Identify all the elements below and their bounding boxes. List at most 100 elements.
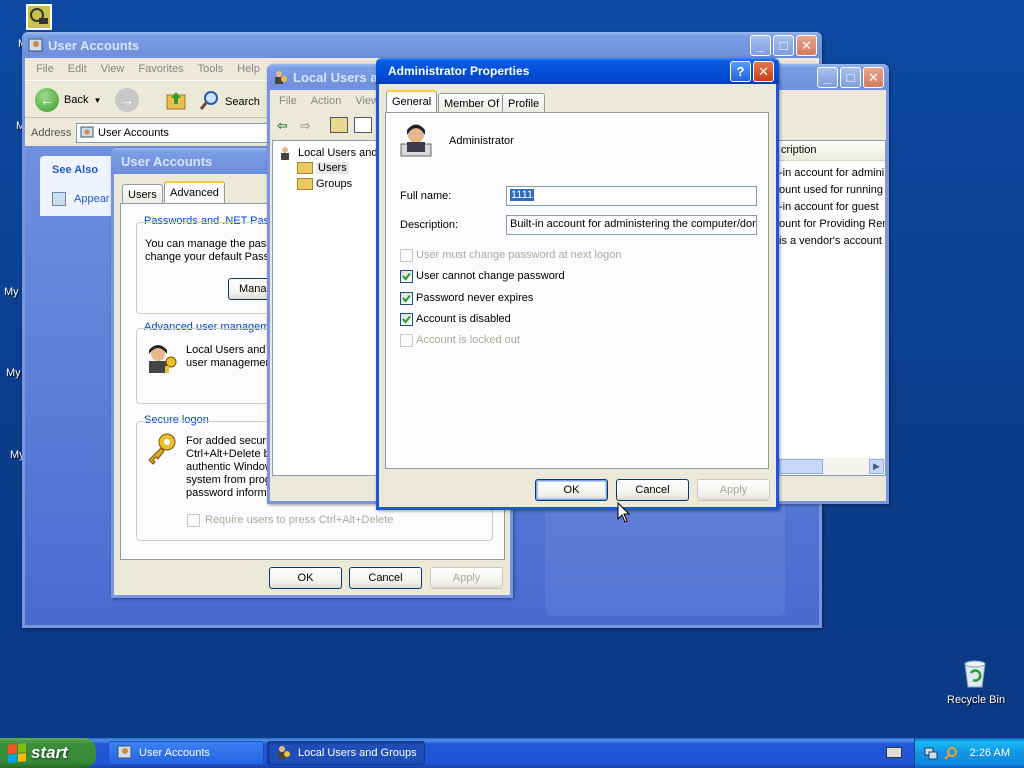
account-disabled-label: Account is disabled [416, 313, 511, 325]
must-change-password-checkbox[interactable] [400, 249, 413, 262]
ok-button[interactable]: OK [535, 479, 608, 501]
apply-button[interactable]: Apply [697, 479, 770, 501]
horizontal-scrollbar[interactable]: ▶ [779, 458, 885, 475]
title-bar[interactable]: User Accounts _ □ ✕ [22, 32, 822, 58]
user-accounts-icon [117, 744, 133, 763]
search-button[interactable]: Search [199, 89, 260, 114]
search-icon[interactable] [943, 746, 958, 760]
network-icon[interactable] [924, 746, 938, 760]
secure-logon-text: system from prog [186, 474, 271, 486]
cannot-change-password-checkbox[interactable] [400, 270, 413, 283]
minimize-button[interactable]: _ [817, 67, 838, 88]
user-icon [400, 124, 434, 158]
back-arrow-icon[interactable]: ⇦ [277, 118, 288, 134]
tab-profile[interactable]: Profile [502, 93, 546, 113]
keyboard-icon[interactable] [886, 747, 902, 758]
clock[interactable]: 2:26 AM [970, 747, 1010, 759]
forward-button[interactable]: → [115, 88, 139, 112]
desktop-label: My [6, 367, 21, 379]
full-name-field[interactable]: 1111 [506, 186, 757, 206]
require-cad-checkbox[interactable] [187, 514, 200, 527]
computer-users-icon [279, 146, 295, 160]
close-button[interactable]: ✕ [796, 35, 817, 56]
cancel-button[interactable]: Cancel [616, 479, 689, 501]
desktop-shortcut-icon[interactable] [26, 4, 52, 30]
require-cad-label: Require users to press Ctrl+Alt+Delete [205, 514, 394, 526]
window-title: Local Users a [293, 69, 378, 85]
password-never-expires-checkbox[interactable] [400, 292, 413, 305]
account-locked-out-label: Account is locked out [416, 334, 520, 346]
menu-help[interactable]: Help [230, 61, 267, 77]
password-never-expires-label: Password never expires [416, 292, 534, 304]
back-dropdown-icon[interactable]: ▼ [93, 96, 101, 105]
minimize-button[interactable]: _ [750, 35, 771, 56]
show-hide-tree-icon[interactable] [354, 117, 372, 133]
recycle-bin[interactable]: Recycle Bin [940, 656, 1010, 710]
menu-tools[interactable]: Tools [191, 61, 231, 77]
menu-file[interactable]: File [29, 61, 61, 77]
cancel-button[interactable]: Cancel [349, 567, 422, 589]
help-button[interactable]: ? [730, 61, 751, 82]
account-disabled-checkbox[interactable] [400, 313, 413, 326]
taskbar-item-local-users-groups[interactable]: Local Users and Groups [267, 741, 425, 765]
must-change-password-label: User must change password at next logon [416, 249, 622, 261]
see-also-heading: See Also [52, 164, 99, 176]
secure-logon-text: For added securit [186, 435, 272, 447]
tab-general[interactable]: General [386, 90, 438, 112]
ok-button[interactable]: OK [269, 567, 342, 589]
appearance-link[interactable]: Appear [74, 193, 109, 205]
scroll-thumb[interactable] [779, 459, 823, 474]
tab-member-of[interactable]: Member Of [438, 93, 506, 113]
taskbar-item-user-accounts[interactable]: User Accounts [108, 741, 264, 765]
menu-edit[interactable]: Edit [61, 61, 94, 77]
taskbar: start User Accounts Local Users and Grou… [0, 738, 1024, 768]
appearance-icon [52, 192, 66, 206]
close-button[interactable]: ✕ [863, 67, 884, 88]
recycle-bin-icon [961, 658, 989, 688]
table-row[interactable]: -in account for guest [779, 201, 879, 213]
up-level-icon[interactable] [330, 117, 348, 133]
dialog-title: Administrator Properties [388, 64, 530, 78]
table-row[interactable]: ount used for running [779, 184, 883, 196]
tree-item-groups[interactable]: Groups [297, 178, 352, 190]
scroll-right-arrow-icon[interactable]: ▶ [869, 459, 884, 474]
window-title: User Accounts [48, 37, 140, 53]
tree-root[interactable]: Local Users and G [279, 146, 389, 160]
cannot-change-password-label: User cannot change password [416, 270, 565, 282]
menu-file[interactable]: File [272, 93, 304, 109]
menu-action[interactable]: Action [304, 93, 349, 109]
description-field[interactable]: Built-in account for administering the c… [506, 215, 757, 235]
search-icon [199, 89, 221, 114]
tab-users[interactable]: Users [122, 184, 163, 204]
advanced-user-management-text: Local Users and G [186, 344, 278, 356]
address-input[interactable]: User Accounts [76, 123, 276, 143]
title-bar[interactable]: Administrator Properties ? ✕ [376, 58, 779, 84]
up-folder-icon[interactable] [165, 89, 187, 111]
folder-icon [297, 162, 313, 174]
secure-logon-text: Ctrl+Alt+Delete b [186, 448, 270, 460]
tab-advanced[interactable]: Advanced [164, 181, 225, 203]
forward-arrow-icon: → [115, 88, 139, 112]
table-row[interactable]: -in account for admini [779, 167, 884, 179]
back-button[interactable]: ← Back ▼ [35, 88, 101, 112]
address-label: Address [31, 127, 72, 139]
tree-item-users[interactable]: Users [297, 162, 349, 174]
description-label: Description: [400, 219, 459, 231]
folder-icon [297, 178, 313, 190]
maximize-button[interactable]: □ [773, 35, 794, 56]
forward-arrow-icon[interactable]: ⇨ [300, 118, 311, 134]
apply-button[interactable]: Apply [430, 567, 503, 589]
column-header-description[interactable]: cription [779, 141, 885, 161]
maximize-button[interactable]: □ [840, 67, 861, 88]
menu-favorites[interactable]: Favorites [131, 61, 190, 77]
see-also-pane: See Also Appear [40, 156, 115, 216]
system-tray: 2:26 AM [914, 738, 1024, 768]
table-row[interactable]: is a vendor's account [779, 235, 882, 247]
start-button[interactable]: start [0, 738, 96, 768]
users-icon [273, 69, 289, 85]
table-row[interactable]: ount for Providing Rem [779, 218, 885, 230]
account-locked-out-checkbox[interactable] [400, 334, 413, 347]
recycle-bin-label: Recycle Bin [947, 694, 1006, 706]
close-button[interactable]: ✕ [753, 61, 774, 82]
menu-view[interactable]: View [94, 61, 132, 77]
